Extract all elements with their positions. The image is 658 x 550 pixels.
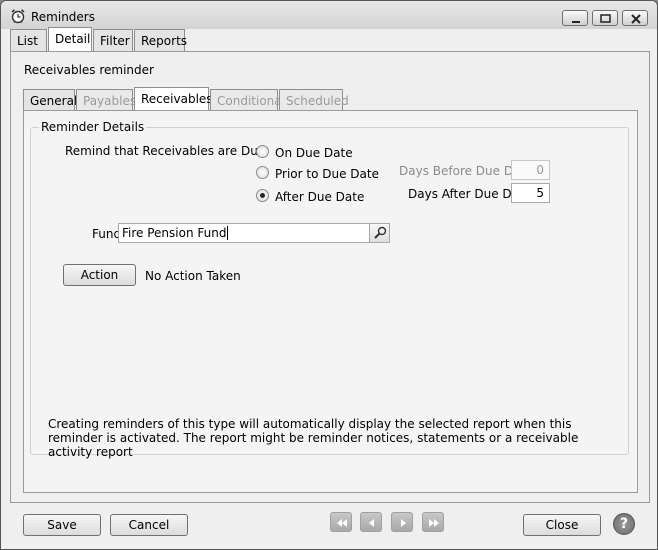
search-icon	[374, 226, 387, 239]
tab-reports[interactable]: Reports	[134, 29, 187, 51]
alarm-clock-icon	[10, 8, 26, 24]
detail-panel: Receivables reminder General Payables Re…	[10, 51, 650, 503]
reminder-details-group: Reminder Details Remind that Receivables…	[30, 120, 629, 459]
fund-value: Fire Pension Fund	[122, 226, 227, 240]
close-button[interactable]: Close	[523, 514, 601, 536]
days-after-input[interactable]: 5	[511, 183, 550, 203]
window-title: Reminders	[31, 10, 95, 24]
radio-label-after-due-date: After Due Date	[275, 190, 365, 204]
fund-label: Fund	[92, 227, 122, 241]
last-record-icon	[429, 519, 439, 527]
help-button[interactable]: ?	[613, 513, 635, 535]
first-record-button[interactable]	[330, 512, 352, 532]
radio-label-on-due-date: On Due Date	[275, 146, 353, 160]
close-window-button[interactable]	[622, 10, 648, 26]
tab-payables: Payables	[76, 89, 136, 111]
tab-receivables[interactable]: Receivables	[134, 87, 213, 111]
reminders-window: Reminders List Detail Filter Reports Rec…	[0, 0, 658, 550]
action-button[interactable]: Action	[63, 264, 136, 286]
tab-filter[interactable]: Filter	[93, 29, 133, 51]
action-status: No Action Taken	[145, 269, 241, 283]
group-title: Reminder Details	[39, 120, 147, 134]
radio-on-due-date[interactable]	[256, 145, 269, 158]
page-title: Receivables reminder	[24, 63, 154, 77]
tab-detail[interactable]: Detail	[48, 27, 92, 51]
tab-general[interactable]: General	[23, 89, 77, 111]
days-before-input[interactable]: 0	[511, 160, 550, 180]
fund-input[interactable]: Fire Pension Fund	[118, 223, 390, 243]
previous-record-icon	[369, 519, 374, 527]
first-record-icon	[337, 519, 347, 527]
last-record-button[interactable]	[422, 512, 444, 532]
next-record-button[interactable]	[391, 512, 413, 532]
radio-after-due-date[interactable]	[256, 189, 269, 202]
tab-conditional: Conditional	[210, 89, 285, 111]
info-text: Creating reminders of this type will aut…	[48, 417, 579, 459]
receivables-panel: Reminder Details Remind that Receivables…	[23, 110, 638, 493]
maximize-button[interactable]	[592, 10, 618, 26]
fund-lookup-button[interactable]	[369, 224, 389, 242]
radio-prior-to-due-date[interactable]	[256, 166, 269, 179]
previous-record-button[interactable]	[360, 512, 382, 532]
remind-label: Remind that Receivables are Due:	[65, 144, 270, 158]
title-bar: Reminders	[1, 1, 657, 29]
save-button[interactable]: Save	[23, 514, 101, 536]
cancel-button[interactable]: Cancel	[110, 514, 188, 536]
tab-list[interactable]: List	[10, 29, 47, 51]
tab-scheduled: Scheduled	[279, 89, 349, 111]
minimize-button[interactable]	[562, 10, 588, 26]
radio-label-prior-to-due-date: Prior to Due Date	[275, 167, 379, 181]
next-record-icon	[401, 519, 406, 527]
